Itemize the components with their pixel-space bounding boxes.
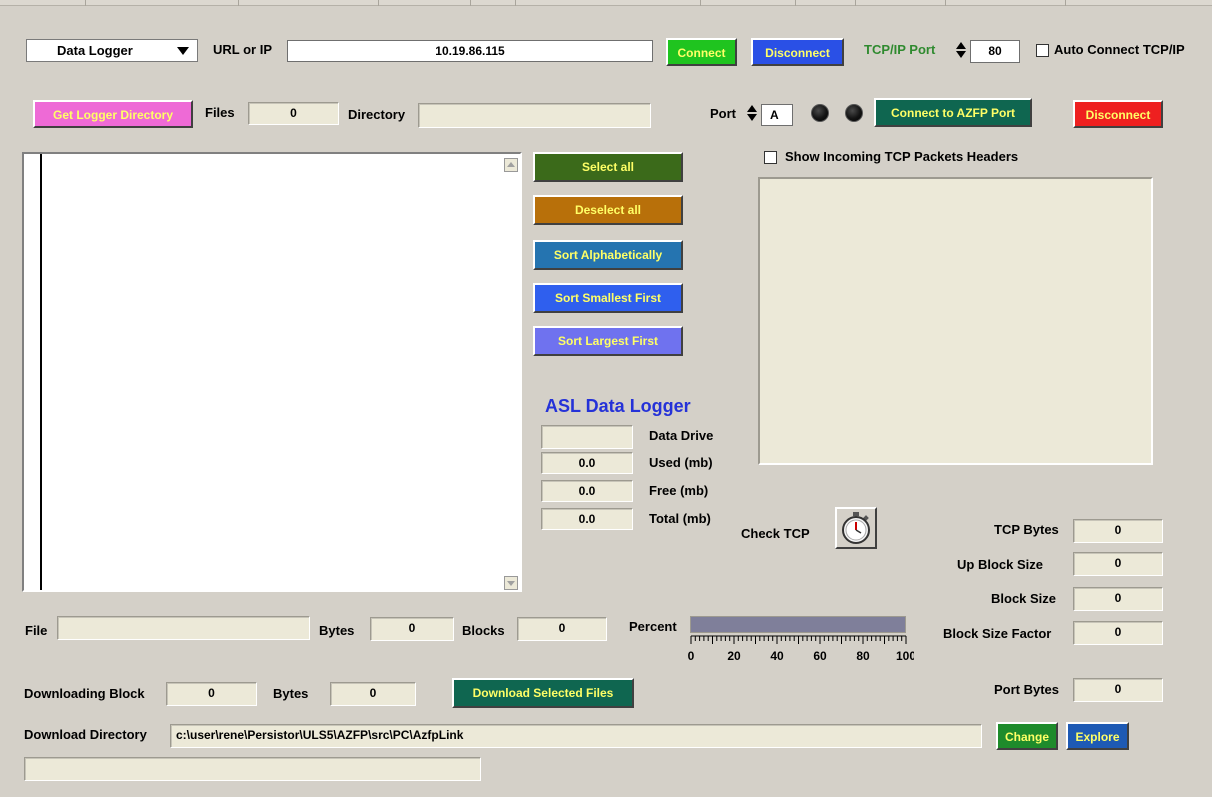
bytes-label: Bytes: [319, 623, 355, 638]
tcp-port-spinner[interactable]: [955, 40, 967, 62]
port-bytes-field: 0: [1073, 678, 1163, 702]
status-led-2: [845, 104, 863, 122]
tab-strip: [0, 0, 1212, 6]
show-headers-checkbox[interactable]: [764, 151, 777, 164]
url-label: URL or IP: [213, 42, 272, 57]
connect-button[interactable]: Connect: [666, 38, 737, 66]
directory-label: Directory: [348, 107, 406, 122]
logger-title: ASL Data Logger: [545, 396, 691, 416]
device-select[interactable]: Data Logger: [26, 39, 198, 62]
select-all-button[interactable]: Select all: [533, 152, 683, 182]
port-input[interactable]: A: [761, 104, 793, 126]
auto-connect-label: Auto Connect TCP/IP: [1054, 42, 1185, 57]
files-label: Files: [205, 105, 235, 120]
total-label: Total (mb): [649, 511, 711, 526]
scrollbar[interactable]: [504, 158, 518, 590]
file-field: [57, 616, 310, 640]
free-field: 0.0: [541, 480, 633, 502]
block-size-field: 0: [1073, 587, 1163, 611]
used-label: Used (mb): [649, 455, 713, 470]
downloading-bytes-field: 0: [330, 682, 416, 706]
downloading-bytes-label: Bytes: [273, 686, 309, 701]
download-directory-label: Download Directory: [24, 727, 147, 742]
deselect-all-button[interactable]: Deselect all: [533, 195, 683, 225]
url-input[interactable]: 10.19.86.115: [287, 40, 653, 62]
download-selected-files-button[interactable]: Download Selected Files: [452, 678, 634, 708]
get-logger-directory-button[interactable]: Get Logger Directory: [33, 100, 193, 128]
port-bytes-label: Port Bytes: [994, 682, 1060, 697]
up-block-size-field: 0: [1073, 552, 1163, 576]
port-label: Port: [710, 106, 736, 121]
data-drive-label: Data Drive: [649, 428, 714, 443]
blocks-field: 0: [517, 617, 607, 641]
file-list-divider: [40, 154, 42, 590]
tcp-port-label: TCP/IP Port: [864, 42, 936, 57]
free-label: Free (mb): [649, 483, 709, 498]
bytes-field: 0: [370, 617, 454, 641]
blocks-label: Blocks: [462, 623, 505, 638]
scale-tick-label: 100: [896, 649, 914, 663]
block-size-factor-label: Block Size Factor: [943, 626, 1052, 641]
percent-scale: 0 20 40 60 80 100: [688, 635, 914, 663]
total-field: 0.0: [541, 508, 633, 530]
explore-button[interactable]: Explore: [1066, 722, 1129, 750]
tcp-bytes-label: TCP Bytes: [994, 522, 1059, 537]
connect-azfp-port-button[interactable]: Connect to AZFP Port: [874, 98, 1032, 127]
scale-tick-label: 0: [688, 649, 695, 663]
tcp-headers-panel: [758, 177, 1153, 465]
port-spinner[interactable]: [746, 103, 758, 125]
block-size-label: Block Size: [991, 591, 1057, 606]
scale-tick-label: 40: [770, 649, 784, 663]
file-list[interactable]: [22, 152, 522, 592]
chevron-down-icon[interactable]: [177, 47, 189, 55]
stopwatch-icon: [842, 512, 870, 544]
scroll-down-arrow-icon[interactable]: [504, 576, 518, 590]
sort-smallest-first-button[interactable]: Sort Smallest First: [533, 283, 683, 313]
block-size-factor-field: 0: [1073, 621, 1163, 645]
change-button[interactable]: Change: [996, 722, 1058, 750]
disconnect-button[interactable]: Disconnect: [751, 38, 844, 66]
directory-field: [418, 103, 651, 128]
files-count: 0: [248, 102, 339, 125]
disconnect-port-button[interactable]: Disconnect: [1073, 100, 1163, 128]
status-led-1: [811, 104, 829, 122]
downloading-block-label: Downloading Block: [24, 686, 145, 701]
data-drive-field: [541, 425, 633, 449]
auto-connect-checkbox[interactable]: [1036, 44, 1049, 57]
used-field: 0.0: [541, 452, 633, 474]
file-label: File: [25, 623, 48, 638]
check-tcp-button[interactable]: [835, 507, 877, 549]
percent-label: Percent: [629, 619, 677, 634]
tcp-port-input[interactable]: 80: [970, 40, 1020, 63]
status-bar: [24, 757, 481, 781]
tcp-bytes-field: 0: [1073, 519, 1163, 543]
sort-alphabetically-button[interactable]: Sort Alphabetically: [533, 240, 683, 270]
check-tcp-label: Check TCP: [741, 526, 810, 541]
download-directory-field: c:\user\rene\Persistor\ULS5\AZFP\src\PC\…: [170, 724, 982, 748]
percent-progress-bar: [690, 616, 906, 633]
show-headers-label: Show Incoming TCP Packets Headers: [785, 149, 1019, 164]
scale-tick-label: 80: [856, 649, 870, 663]
device-select-value: Data Logger: [57, 43, 133, 58]
scroll-up-arrow-icon[interactable]: [504, 158, 518, 172]
sort-largest-first-button[interactable]: Sort Largest First: [533, 326, 683, 356]
downloading-block-field: 0: [166, 682, 257, 706]
scale-tick-label: 20: [727, 649, 741, 663]
percent-progress-fill: [691, 617, 905, 632]
scale-tick-label: 60: [813, 649, 827, 663]
up-block-size-label: Up Block Size: [957, 557, 1043, 572]
